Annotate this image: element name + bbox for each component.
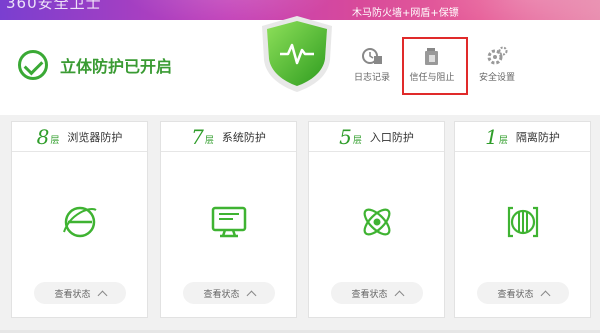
layer-count: 1 bbox=[485, 124, 498, 149]
app-title: 360安全卫士 bbox=[6, 0, 102, 12]
isolation-icon bbox=[507, 206, 539, 238]
isolation-protection-card: 1 层 隔离防护 查看状态 bbox=[454, 121, 591, 318]
layer-count: 7 bbox=[191, 124, 204, 149]
check-circle-icon bbox=[18, 50, 48, 80]
entry-protection-card: 5 层 入口防护 查看状态 bbox=[308, 121, 445, 318]
trust-block-button[interactable]: 信任与阻止 bbox=[405, 46, 459, 83]
card-title: 隔离防护 bbox=[515, 130, 560, 144]
security-settings-button[interactable]: 安全设置 bbox=[470, 46, 524, 83]
protection-status-text: 立体防护已开启 bbox=[60, 57, 173, 76]
view-status-label: 查看状态 bbox=[497, 289, 534, 300]
chevron-up-icon bbox=[246, 290, 256, 300]
card-header: 7 层 系统防护 bbox=[161, 122, 296, 152]
atom-icon bbox=[363, 208, 391, 236]
trust-block-icon bbox=[425, 48, 438, 65]
chevron-up-icon bbox=[394, 290, 404, 300]
log-label: 日志记录 bbox=[353, 73, 390, 83]
layer-unit: 层 bbox=[50, 136, 60, 146]
card-header: 5 层 入口防护 bbox=[309, 122, 444, 152]
card-title: 入口防护 bbox=[369, 130, 414, 144]
system-protection-card: 7 层 系统防护 查看状态 bbox=[160, 121, 297, 318]
browser-protection-card: 8 层 浏览器防护 查看状态 bbox=[11, 121, 148, 318]
gear-icon bbox=[487, 46, 508, 65]
view-status-label: 查看状态 bbox=[351, 289, 388, 300]
trust-block-label: 信任与阻止 bbox=[409, 73, 455, 83]
protection-status: 立体防护已开启 bbox=[18, 50, 172, 80]
chevron-up-icon bbox=[97, 290, 107, 300]
layer-unit: 层 bbox=[498, 136, 508, 146]
card-header: 1 层 隔离防护 bbox=[455, 122, 590, 152]
card-title: 系统防护 bbox=[221, 130, 266, 144]
chevron-up-icon bbox=[540, 290, 550, 300]
browser-icon bbox=[63, 206, 97, 238]
view-status-button[interactable]: 查看状态 bbox=[34, 282, 126, 304]
card-header: 8 层 浏览器防护 bbox=[12, 122, 147, 152]
shield-icon bbox=[262, 16, 332, 92]
monitor-icon bbox=[211, 206, 247, 238]
log-button[interactable]: 日志记录 bbox=[345, 46, 399, 83]
layer-count: 8 bbox=[36, 124, 50, 149]
view-status-button[interactable]: 查看状态 bbox=[331, 282, 423, 304]
security-settings-label: 安全设置 bbox=[478, 73, 515, 83]
layer-count: 5 bbox=[339, 124, 352, 149]
layer-unit: 层 bbox=[352, 136, 362, 146]
view-status-button[interactable]: 查看状态 bbox=[183, 282, 275, 304]
view-status-button[interactable]: 查看状态 bbox=[477, 282, 569, 304]
banner-tagline: 木马防火墙+网盾+保镖 bbox=[352, 8, 459, 19]
layer-unit: 层 bbox=[204, 136, 214, 146]
log-icon bbox=[362, 48, 382, 64]
card-title: 浏览器防护 bbox=[67, 130, 123, 144]
view-status-label: 查看状态 bbox=[54, 289, 91, 300]
view-status-label: 查看状态 bbox=[203, 289, 240, 300]
